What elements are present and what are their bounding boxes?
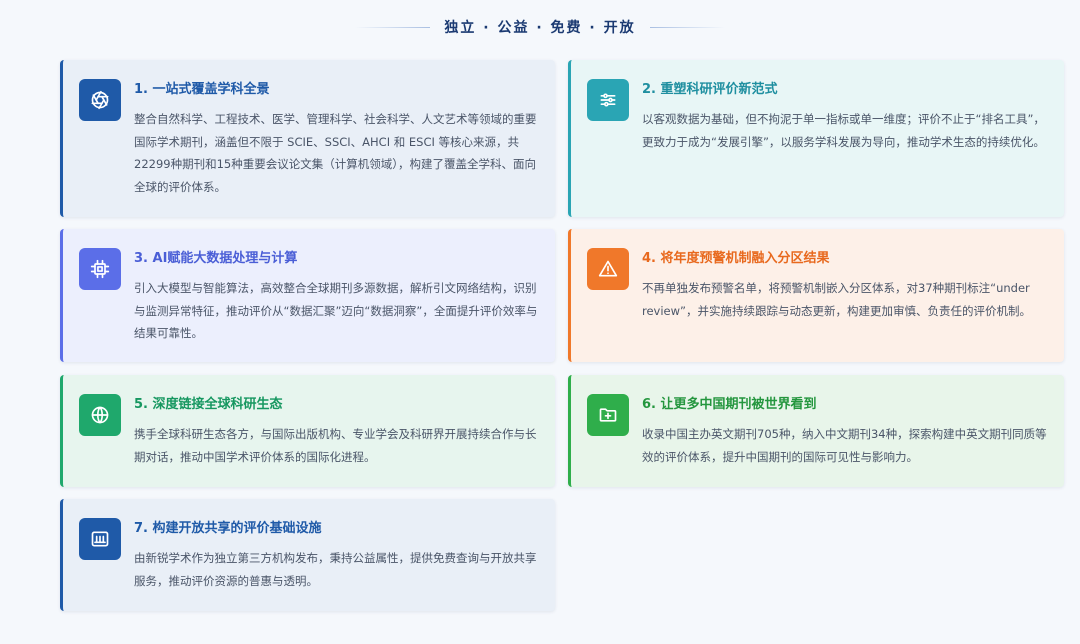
card-title: 3. AI赋能大数据处理与计算 [134,251,298,266]
feature-card-3: 3. AI赋能大数据处理与计算 引入大模型与智能算法，高效整合全球期刊多源数据，… [60,229,555,362]
card-title: 5. 深度链接全球科研生态 [134,397,283,412]
card-title: 7. 构建开放共享的评价基础设施 [134,521,322,536]
card-description: 不再单独发布预警名单，将预警机制嵌入分区体系，对37种期刊标注“under re… [642,281,1031,318]
aperture-icon [79,79,121,121]
cpu-icon [79,248,121,290]
warning-icon [587,248,629,290]
card-title: 2. 重塑科研评价新范式 [642,82,778,97]
feature-card-5: 5. 深度链接全球科研生态 携手全球科研生态各方，与国际出版机构、专业学会及科研… [60,375,555,487]
card-description: 收录中国主办英文期刊705种，纳入中文期刊34种，探索构建中英文期刊同质等效的评… [642,427,1047,464]
header-divider-left [355,26,431,28]
sliders-icon [587,79,629,121]
card-description: 由新锐学术作为独立第三方机构发布，秉持公益属性，提供免费查询与开放共享服务，推动… [134,551,537,588]
feature-card-1: 1. 一站式覆盖学科全景 整合自然科学、工程技术、医学、管理科学、社会科学、人文… [60,60,555,217]
section-header: 独立 · 公益 · 免费 · 开放 [0,16,1080,38]
card-description: 整合自然科学、工程技术、医学、管理科学、社会科学、人文艺术等领域的重要国际学术期… [134,112,537,194]
card-title: 1. 一站式覆盖学科全景 [134,82,270,97]
feature-card-2: 2. 重塑科研评价新范式 以客观数据为基础，但不拘泥于单一指标或单一维度；评价不… [568,60,1064,217]
card-title: 4. 将年度预警机制融入分区结果 [642,251,830,266]
card-description: 引入大模型与智能算法，高效整合全球期刊多源数据，解析引文网络结构，识别与监测异常… [134,281,538,340]
feature-card-4: 4. 将年度预警机制融入分区结果 不再单独发布预警名单，将预警机制嵌入分区体系，… [568,229,1064,362]
header-divider-right [649,26,725,28]
feature-card-6: 6. 让更多中国期刊被世界看到 收录中国主办英文期刊705种，纳入中文期刊34种… [568,375,1064,487]
card-title: 6. 让更多中国期刊被世界看到 [642,397,817,412]
card-description: 携手全球科研生态各方，与国际出版机构、专业学会及科研界开展持续合作与长期对话，推… [134,427,537,464]
folder-plus-icon [587,394,629,436]
library-icon [79,518,121,560]
feature-card-7: 7. 构建开放共享的评价基础设施 由新锐学术作为独立第三方机构发布，秉持公益属性… [60,499,555,611]
globe-icon [79,394,121,436]
card-description: 以客观数据为基础，但不拘泥于单一指标或单一维度；评价不止于“排名工具”，更致力于… [642,112,1045,149]
header-title: 独立 · 公益 · 免费 · 开放 [444,20,636,36]
